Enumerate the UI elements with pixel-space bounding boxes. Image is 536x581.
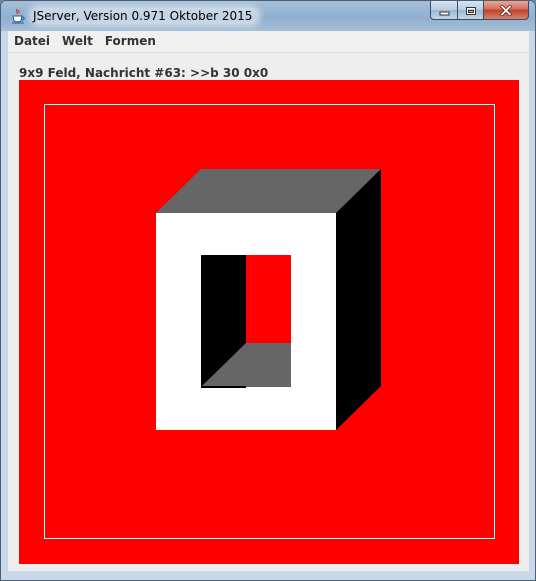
close-button[interactable]	[483, 1, 529, 20]
maximize-button[interactable]	[457, 1, 483, 20]
cube-side-face	[336, 169, 381, 430]
status-message: 9x9 Feld, Nachricht #63: >>b 30 0x0	[19, 66, 269, 80]
window-title: JServer, Version 0.971 Oktober 2015	[31, 8, 259, 24]
hole-floor-edge	[201, 386, 246, 388]
menu-welt[interactable]: Welt	[56, 31, 99, 52]
title-bar[interactable]: JServer, Version 0.971 Oktober 2015	[1, 1, 535, 31]
window-bottom-frame	[1, 571, 535, 580]
menu-bar: Datei Welt Formen	[8, 31, 529, 53]
close-icon	[500, 1, 512, 20]
app-window: JServer, Version 0.971 Oktober 2015 Date…	[0, 0, 536, 581]
window-controls	[430, 1, 529, 20]
minimize-icon	[439, 1, 450, 20]
minimize-button[interactable]	[430, 1, 457, 20]
board-svg	[44, 104, 495, 539]
board-canvas[interactable]	[19, 80, 519, 564]
menu-formen[interactable]: Formen	[99, 31, 162, 52]
java-cup-icon	[10, 8, 26, 24]
content-panel: 9x9 Feld, Nachricht #63: >>b 30 0x0	[8, 53, 529, 573]
maximize-icon	[465, 1, 477, 20]
menu-datei[interactable]: Datei	[8, 31, 56, 52]
